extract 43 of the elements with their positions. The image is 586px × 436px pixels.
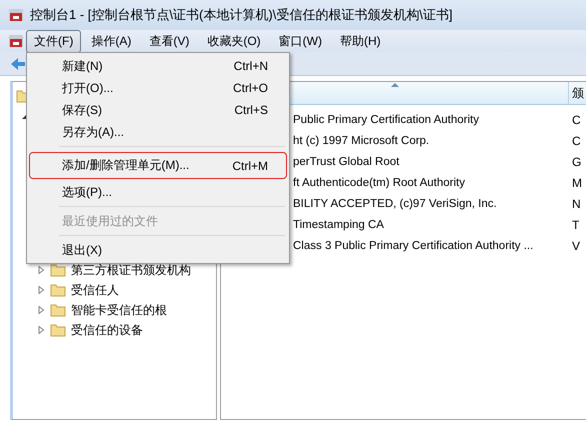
console-icon xyxy=(8,33,24,49)
table-cell-text: T xyxy=(571,218,580,232)
tree-item[interactable]: 受信任人 xyxy=(71,282,119,298)
menu-item[interactable]: 操作(A) xyxy=(83,30,140,52)
expand-arrow-icon[interactable] xyxy=(37,286,45,294)
table-cell-text: Timestamping CA xyxy=(293,218,385,230)
expand-arrow-icon[interactable] xyxy=(37,306,45,314)
table-cell-text: ht (c) 1997 Microsoft Corp. xyxy=(293,134,430,146)
menu-item[interactable]: 保存(S) Ctrl+S xyxy=(29,99,287,121)
folder-icon xyxy=(50,323,66,337)
menu-item[interactable]: 添加/删除管理单元(M)... Ctrl+M xyxy=(29,152,287,179)
folder-icon xyxy=(50,303,66,317)
tree-item[interactable]: 第三方根证书颁发机构 xyxy=(71,262,191,278)
tree-item[interactable]: 受信任的设备 xyxy=(71,322,143,338)
table-cell-text: ft Authenticode(tm) Root Authority xyxy=(293,176,466,188)
menu-item[interactable]: 文件(F) xyxy=(26,30,82,52)
table-cell-text: V xyxy=(571,238,582,252)
menu-item[interactable]: 退出(X) xyxy=(29,239,287,261)
table-cell-text: N xyxy=(571,196,582,210)
table-cell-text: C xyxy=(571,112,582,126)
menu-item[interactable]: 收藏夹(O) xyxy=(199,30,269,52)
menu-item[interactable]: 帮助(H) xyxy=(332,30,389,52)
table-cell-text: M xyxy=(571,176,583,190)
app-icon xyxy=(8,7,24,23)
table-cell-text: G xyxy=(571,154,582,168)
table-cell-text: C xyxy=(571,134,582,148)
menu-item[interactable]: 选项(P)... xyxy=(29,181,287,203)
table-cell-text: BILITY ACCEPTED, (c)97 VeriSign, Inc. xyxy=(293,198,498,210)
menu-item[interactable]: 查看(V) xyxy=(141,30,198,52)
back-arrow-icon[interactable] xyxy=(10,56,26,70)
tree-item[interactable]: 智能卡受信任的根 xyxy=(71,302,167,318)
column-header[interactable]: 颁 xyxy=(568,82,586,104)
menu-item[interactable]: 另存为(A)... xyxy=(29,121,287,143)
menu-item[interactable]: 打开(O)... Ctrl+O xyxy=(29,77,287,99)
table-cell-text: perTrust Global Root xyxy=(293,156,400,168)
table-cell-text: Class 3 Public Primary Certification Authority ... xyxy=(293,240,534,252)
menu-item[interactable]: 窗口(W) xyxy=(270,30,330,52)
folder-icon xyxy=(50,283,66,297)
table-cell-text: Public Primary Certification Authority xyxy=(293,114,480,126)
expand-arrow-icon[interactable] xyxy=(37,326,45,334)
expand-arrow-icon[interactable] xyxy=(37,266,45,274)
sort-arrow-icon xyxy=(390,82,398,88)
window-title: 控制台1 - [控制台根节点\证书(本地计算机)\受信任的根证书颁发机构\证书] xyxy=(30,6,452,24)
